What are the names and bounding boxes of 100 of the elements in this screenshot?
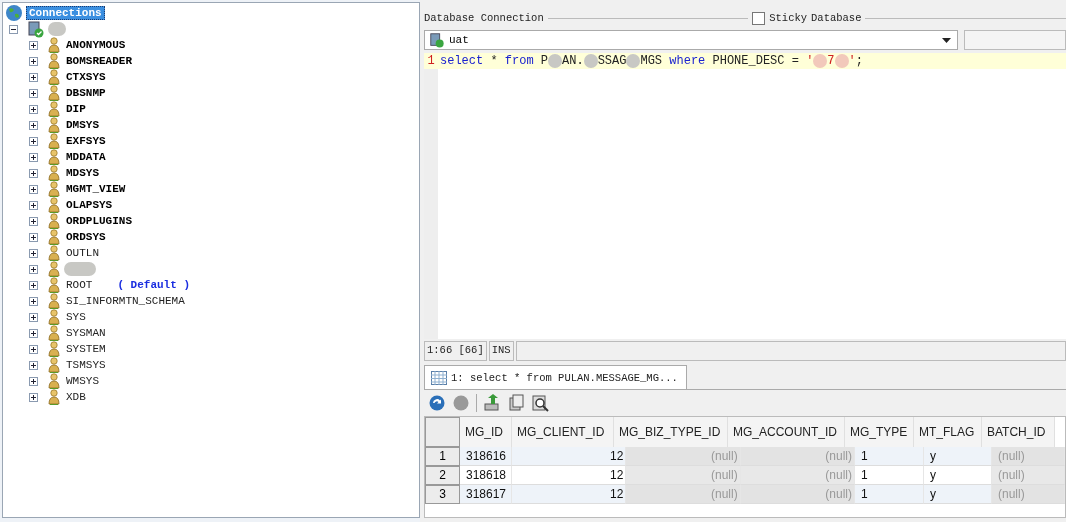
column-header[interactable]: MG_ID bbox=[460, 417, 512, 447]
expand-toggle[interactable] bbox=[29, 280, 38, 290]
column-header[interactable]: BATCH_ID bbox=[982, 417, 1055, 447]
tree-item[interactable]: BOMSREADER bbox=[64, 55, 134, 67]
section-title: Database bbox=[811, 12, 862, 24]
expand-toggle[interactable] bbox=[29, 120, 38, 130]
line-number: 1 bbox=[426, 54, 436, 68]
collapse-toggle[interactable] bbox=[9, 24, 18, 34]
checkbox-label: Sticky bbox=[769, 12, 808, 24]
table-cell: (null) bbox=[626, 466, 741, 485]
expand-toggle[interactable] bbox=[29, 296, 38, 306]
expand-toggle[interactable] bbox=[29, 56, 38, 66]
tree-item[interactable]: SYS bbox=[64, 311, 88, 323]
table-cell: 12 bbox=[512, 466, 627, 485]
expand-toggle[interactable] bbox=[29, 168, 38, 178]
sql-editor[interactable]: 1 select * from P AN. SSAG MGS where PHONE_DESC = ' 7 '; bbox=[424, 53, 1066, 339]
column-header[interactable]: MG_CLIENT_ID bbox=[512, 417, 614, 447]
tree-item[interactable]: ROOT bbox=[64, 279, 95, 291]
row-header[interactable]: 3 bbox=[425, 485, 460, 504]
tree-item[interactable]: DIP bbox=[64, 103, 88, 115]
caret-icon bbox=[942, 37, 951, 43]
user-icon bbox=[47, 53, 61, 69]
expand-toggle[interactable] bbox=[29, 184, 38, 194]
column-header[interactable]: MG_BIZ_TYPE_ID bbox=[614, 417, 728, 447]
expand-toggle[interactable] bbox=[29, 360, 38, 370]
expand-toggle[interactable] bbox=[29, 392, 38, 402]
row-header[interactable]: 2 bbox=[425, 466, 460, 485]
user-icon bbox=[47, 133, 61, 149]
row-header[interactable]: 1 bbox=[425, 447, 460, 466]
section-title: Database Connection bbox=[424, 12, 544, 24]
database-field[interactable] bbox=[964, 30, 1066, 50]
expand-toggle[interactable] bbox=[29, 376, 38, 386]
table-cell: (null) bbox=[992, 485, 1065, 504]
tree-item[interactable]: MDDATA bbox=[64, 151, 108, 163]
tree-item[interactable]: XDB bbox=[64, 391, 88, 403]
tree-item[interactable]: SI_INFORMTN_SCHEMA bbox=[64, 295, 187, 307]
expand-toggle[interactable] bbox=[29, 152, 38, 162]
table-cell: (null) bbox=[992, 466, 1065, 485]
tree-item[interactable]: EXFSYS bbox=[64, 135, 108, 147]
expand-toggle[interactable] bbox=[29, 216, 38, 226]
user-icon bbox=[47, 229, 61, 245]
tree-item[interactable]: OLAPSYS bbox=[64, 199, 115, 211]
result-tab[interactable]: 1: select * from PULAN.MESSAGE_MG... bbox=[424, 365, 687, 389]
expand-toggle[interactable] bbox=[29, 248, 38, 258]
expand-toggle[interactable] bbox=[29, 328, 38, 338]
tree-item[interactable]: MDSYS bbox=[64, 167, 101, 179]
sticky-checkbox[interactable] bbox=[752, 11, 766, 25]
user-icon bbox=[47, 341, 61, 357]
connection-dropdown[interactable]: uat bbox=[424, 30, 958, 50]
user-icon bbox=[47, 37, 61, 53]
table-cell: 1 bbox=[855, 466, 924, 485]
tree-item[interactable]: ORDSYS bbox=[64, 231, 108, 243]
tree-item[interactable]: SYSTEM bbox=[64, 343, 108, 355]
search-icon[interactable] bbox=[531, 394, 549, 412]
expand-toggle[interactable] bbox=[29, 200, 38, 210]
user-icon bbox=[47, 325, 61, 341]
user-icon bbox=[47, 389, 61, 405]
tree-item[interactable]: OUTLN bbox=[64, 247, 101, 259]
expand-toggle[interactable] bbox=[29, 72, 38, 82]
user-icon bbox=[47, 277, 61, 293]
default-label: ( Default ) bbox=[117, 279, 191, 291]
expand-toggle[interactable] bbox=[29, 232, 38, 242]
table-cell: (null) bbox=[626, 485, 741, 504]
user-icon bbox=[47, 309, 61, 325]
tree-item[interactable]: ORDPLUGINS bbox=[64, 215, 134, 227]
redacted-mark bbox=[48, 22, 66, 36]
user-icon bbox=[47, 101, 61, 117]
column-header[interactable]: MT_FLAG bbox=[914, 417, 982, 447]
expand-toggle[interactable] bbox=[29, 104, 38, 114]
user-icon bbox=[47, 149, 61, 165]
tree-item[interactable]: DBSNMP bbox=[64, 87, 108, 99]
copy-icon[interactable] bbox=[507, 394, 525, 412]
expand-toggle[interactable] bbox=[29, 312, 38, 322]
export-icon[interactable] bbox=[483, 394, 501, 412]
expand-toggle[interactable] bbox=[29, 344, 38, 354]
expand-toggle[interactable] bbox=[29, 88, 38, 98]
expand-toggle[interactable] bbox=[29, 40, 38, 50]
user-icon bbox=[47, 181, 61, 197]
table-cell: y bbox=[924, 485, 992, 504]
tree-item[interactable]: TSMSYS bbox=[64, 359, 108, 371]
user-icon bbox=[47, 165, 61, 181]
tree-item[interactable]: ANONYMOUS bbox=[64, 39, 128, 51]
tree-item[interactable]: SYSMAN bbox=[64, 327, 108, 339]
column-header[interactable]: MG_ACCOUNT_ID bbox=[728, 417, 845, 447]
tree-item[interactable]: CTXSYS bbox=[64, 71, 108, 83]
tree-item[interactable]: WMSYS bbox=[64, 375, 101, 387]
database-icon bbox=[27, 20, 45, 38]
expand-toggle[interactable] bbox=[29, 136, 38, 146]
table-cell: (null) bbox=[740, 485, 855, 504]
tree-item[interactable]: MGMT_VIEW bbox=[64, 183, 128, 195]
expand-toggle[interactable] bbox=[29, 264, 38, 274]
tree-item[interactable]: DMSYS bbox=[64, 119, 101, 131]
table-cell: (null) bbox=[626, 447, 741, 466]
table-cell: 318617 bbox=[460, 485, 512, 504]
user-icon bbox=[47, 197, 61, 213]
user-icon bbox=[47, 245, 61, 261]
table-cell: (null) bbox=[740, 447, 855, 466]
column-header[interactable]: MG_TYPE bbox=[845, 417, 914, 447]
user-icon bbox=[47, 85, 61, 101]
refresh-icon[interactable] bbox=[428, 394, 446, 412]
